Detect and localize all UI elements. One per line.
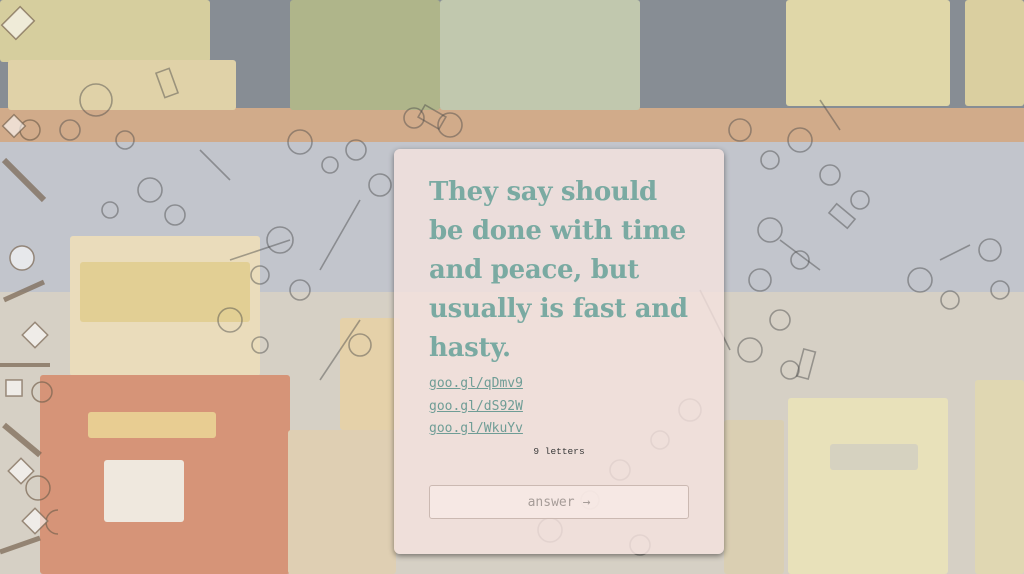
clue-link-1[interactable]: goo.gl/qDmv9 (429, 373, 523, 396)
left-icon-strip (0, 5, 58, 555)
puzzle-card: They say should be done with time and pe… (394, 149, 724, 554)
answer-label: answer (527, 494, 575, 510)
answer-button[interactable]: answer → (429, 485, 689, 519)
clue-link-2[interactable]: goo.gl/dS92W (429, 396, 523, 419)
arrow-right-icon: → (582, 494, 591, 510)
clue-links: goo.gl/qDmv9 goo.gl/dS92W goo.gl/WkuYv (429, 373, 523, 441)
letter-count-hint: 9 letters (533, 446, 585, 457)
clue-link-3[interactable]: goo.gl/WkuYv (429, 418, 523, 441)
clue-text: They say should be done with time and pe… (429, 177, 688, 363)
